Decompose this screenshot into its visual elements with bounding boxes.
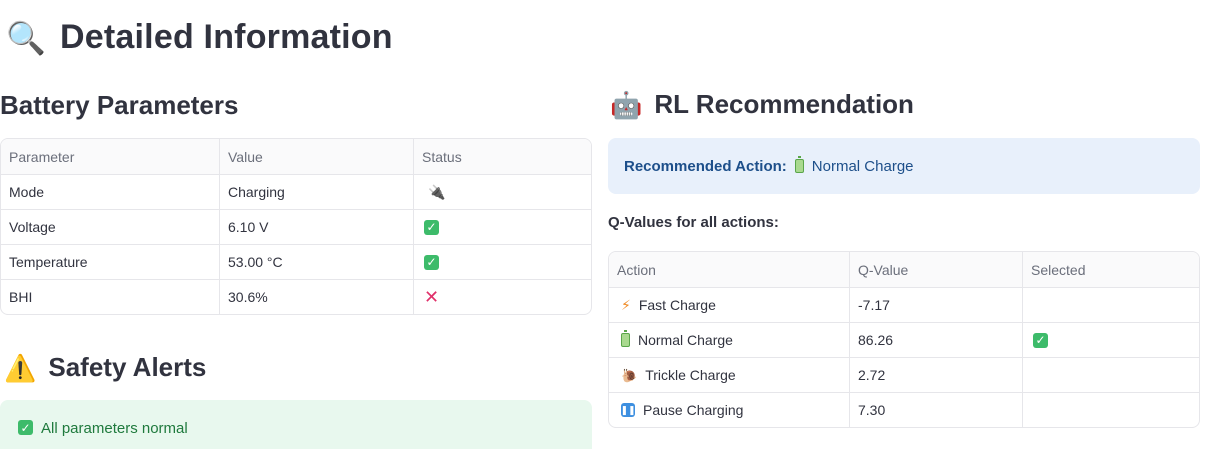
selected-cell — [1022, 358, 1199, 392]
table-row: BHI 30.6% ✕ — [1, 279, 591, 314]
action-label: Normal Charge — [638, 332, 733, 348]
check-icon: ✓ — [1033, 332, 1048, 348]
table-row: Voltage 6.10 V ✓ — [1, 209, 591, 244]
q-values-table: Action Q-Value Selected ⚡ Fast Charge -7… — [608, 251, 1200, 428]
magnifying-glass-icon: 🔍 — [6, 19, 47, 56]
battery-parameters-table: Parameter Value Status Mode Charging 🔌 V… — [0, 138, 592, 315]
selected-cell — [1022, 393, 1199, 427]
parameter-cell: BHI — [9, 289, 33, 305]
robot-icon: 🤖 — [610, 89, 643, 120]
table-row: Mode Charging 🔌 — [1, 174, 591, 209]
safety-alerts-title: ⚠️ Safety Alerts — [4, 352, 206, 383]
column-header[interactable]: Status — [413, 139, 591, 174]
value-cell: Charging — [219, 175, 413, 209]
rl-recommendation-title: 🤖 RL Recommendation — [610, 89, 914, 120]
value-cell: 30.6% — [219, 280, 413, 314]
q-values-label: Q-Values for all actions: — [608, 214, 779, 231]
battery-parameters-title-text: Battery Parameters — [0, 90, 239, 120]
value-cell: 6.10 V — [219, 210, 413, 244]
rl-recommendation-title-text: RL Recommendation — [654, 89, 914, 119]
battery-icon — [794, 156, 804, 173]
parameter-cell: Temperature — [9, 254, 88, 270]
page-title-text: Detailed Information — [60, 18, 393, 56]
cross-icon: ✕ — [424, 287, 440, 307]
table-header-row: Parameter Value Status — [1, 139, 591, 174]
column-header[interactable]: Parameter — [1, 139, 219, 174]
check-icon: ✓ — [424, 219, 439, 235]
recommended-label: Recommended Action: — [624, 157, 787, 175]
warning-icon: ⚠️ — [4, 352, 37, 383]
page: 🔍 Detailed Information Battery Parameter… — [0, 0, 1217, 449]
safety-status-box: ✓ All parameters normal — [0, 400, 592, 449]
status-cell: ✕ — [413, 280, 591, 314]
table-header-row: Action Q-Value Selected — [609, 252, 1199, 287]
table-row: Normal Charge 86.26 ✓ — [609, 322, 1199, 357]
table-row: Temperature 53.00 °C ✓ — [1, 244, 591, 279]
safety-message: All parameters normal — [41, 420, 188, 437]
safety-alerts-title-text: Safety Alerts — [48, 352, 207, 382]
page-title: 🔍 Detailed Information — [6, 18, 393, 57]
selected-cell: ✓ — [1022, 323, 1199, 357]
action-cell: 🐌 Trickle Charge — [609, 358, 849, 392]
column-header[interactable]: Selected — [1022, 252, 1199, 287]
column-header[interactable]: Value — [219, 139, 413, 174]
action-cell: Normal Charge — [609, 323, 849, 357]
snail-icon: 🐌 — [621, 367, 638, 383]
check-icon: ✓ — [424, 254, 439, 270]
status-cell: ✓ — [413, 245, 591, 279]
pause-icon: ❚❚ — [620, 403, 636, 417]
table-row: ❚❚ Pause Charging 7.30 — [609, 392, 1199, 427]
q-value-cell: -7.17 — [849, 288, 1022, 322]
status-cell: ✓ — [413, 210, 591, 244]
battery-icon — [621, 330, 630, 347]
column-header[interactable]: Action — [609, 252, 849, 287]
parameter-cell: Voltage — [9, 219, 56, 235]
battery-parameters-title: Battery Parameters — [0, 90, 238, 121]
action-label: Trickle Charge — [645, 367, 736, 383]
action-label: Fast Charge — [638, 297, 716, 313]
recommended-action: Normal Charge — [811, 157, 914, 175]
q-value-cell: 86.26 — [849, 323, 1022, 357]
lightning-icon: ⚡ — [621, 297, 631, 313]
status-cell: 🔌 — [413, 175, 591, 209]
table-row: 🐌 Trickle Charge 2.72 — [609, 357, 1199, 392]
value-cell: 53.00 °C — [219, 245, 413, 279]
table-row: ⚡ Fast Charge -7.17 — [609, 287, 1199, 322]
action-cell: ⚡ Fast Charge — [609, 288, 849, 322]
column-header[interactable]: Q-Value — [849, 252, 1022, 287]
action-cell: ❚❚ Pause Charging — [609, 393, 849, 427]
plug-icon: 🔌 — [428, 184, 446, 200]
selected-cell — [1022, 288, 1199, 322]
check-icon: ✓ — [18, 420, 33, 435]
action-label: Pause Charging — [643, 402, 744, 418]
recommendation-box: Recommended Action: Normal Charge — [608, 138, 1200, 194]
parameter-cell: Mode — [9, 184, 45, 200]
q-value-cell: 7.30 — [849, 393, 1022, 427]
q-value-cell: 2.72 — [849, 358, 1022, 392]
